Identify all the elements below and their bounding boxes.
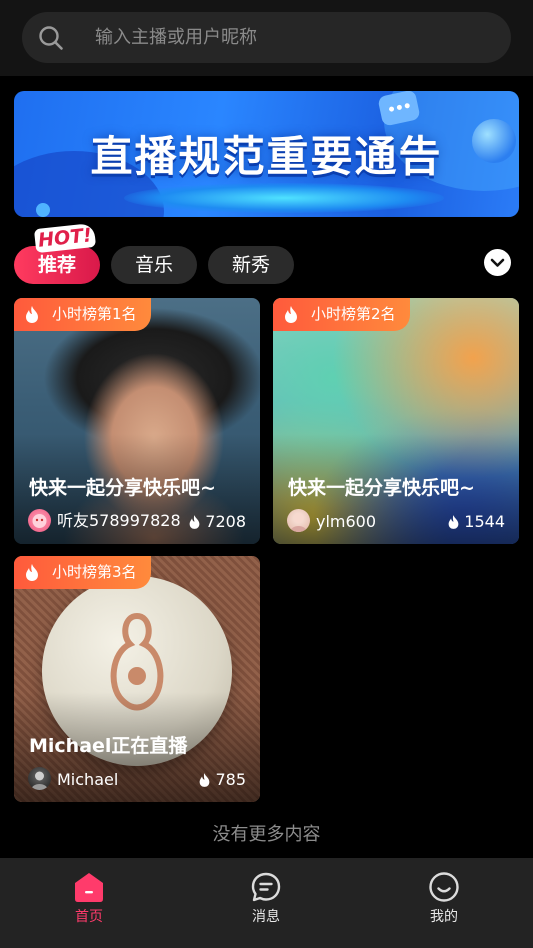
rank-badge: 小时榜第1名 bbox=[14, 298, 151, 331]
nav-home-label: 首页 bbox=[75, 909, 103, 925]
stream-title: 快来一起分享快乐吧~ bbox=[29, 477, 216, 499]
nav-home[interactable]: 首页 bbox=[29, 858, 149, 948]
chevron-down-icon bbox=[490, 258, 505, 267]
search-icon bbox=[39, 26, 63, 50]
anchor-name: 听友578997828 bbox=[57, 511, 181, 530]
search-input[interactable] bbox=[95, 12, 495, 63]
heat-value: 785 bbox=[215, 770, 246, 789]
heat-count: 785 bbox=[198, 770, 246, 789]
nav-messages-label: 消息 bbox=[252, 909, 280, 925]
live-room-card[interactable]: 小时榜第1名 快来一起分享快乐吧~ 听友578997828 7208 bbox=[14, 298, 260, 544]
live-room-card[interactable]: 小时榜第3名 Michael正在直播 Michael 785 bbox=[14, 556, 260, 802]
banner-stage-graphic bbox=[124, 183, 444, 213]
live-room-card[interactable]: 小时榜第2名 快来一起分享快乐吧~ ylm600 1544 bbox=[273, 298, 519, 544]
heat-count: 1544 bbox=[447, 512, 505, 531]
heat-value: 7208 bbox=[205, 512, 246, 531]
profile-icon bbox=[429, 872, 459, 902]
rank-badge: 小时榜第3名 bbox=[14, 556, 151, 589]
nav-profile[interactable]: 我的 bbox=[384, 858, 504, 948]
nav-messages[interactable]: 消息 bbox=[206, 858, 326, 948]
tab-recommend[interactable]: 推荐 bbox=[14, 246, 100, 284]
nav-profile-label: 我的 bbox=[430, 909, 458, 925]
flame-icon bbox=[448, 514, 459, 529]
banner-orb-graphic bbox=[36, 203, 50, 217]
anchor-name: ylm600 bbox=[316, 512, 377, 531]
heat-count: 7208 bbox=[188, 512, 246, 531]
rank-label: 小时榜第1名 bbox=[52, 305, 137, 323]
avatar bbox=[287, 509, 310, 532]
list-end-text: 没有更多内容 bbox=[212, 824, 321, 845]
banner-title: 直播规范重要通告 bbox=[90, 132, 443, 181]
message-icon bbox=[251, 872, 281, 902]
tab-music[interactable]: 音乐 bbox=[111, 246, 197, 284]
rank-label: 小时榜第3名 bbox=[52, 563, 137, 581]
flame-icon bbox=[189, 514, 200, 529]
stream-title: Michael正在直播 bbox=[29, 735, 188, 757]
flame-icon bbox=[26, 564, 38, 581]
flame-icon bbox=[26, 306, 38, 323]
search-bar[interactable] bbox=[22, 12, 511, 63]
stream-title: 快来一起分享快乐吧~ bbox=[288, 477, 475, 499]
anchor-name: Michael bbox=[57, 770, 119, 789]
flame-icon bbox=[285, 306, 297, 323]
tab-newcomer[interactable]: 新秀 bbox=[208, 246, 294, 284]
avatar bbox=[28, 509, 51, 532]
bottom-nav: 首页 消息 我的 bbox=[0, 858, 533, 948]
rank-badge: 小时榜第2名 bbox=[273, 298, 410, 331]
heat-value: 1544 bbox=[464, 512, 505, 531]
flame-icon bbox=[200, 772, 210, 787]
avatar bbox=[28, 767, 51, 790]
header bbox=[0, 0, 533, 76]
rank-label: 小时榜第2名 bbox=[311, 305, 396, 323]
announcement-banner[interactable]: 直播规范重要通告 bbox=[14, 91, 519, 217]
home-icon bbox=[75, 873, 103, 902]
expand-categories-button[interactable] bbox=[484, 249, 511, 276]
